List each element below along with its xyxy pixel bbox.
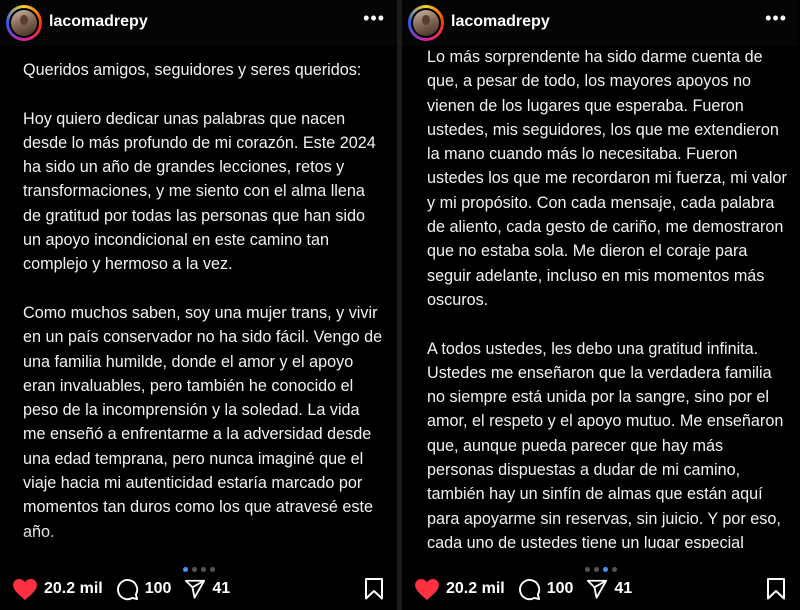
avatar[interactable] — [6, 5, 42, 41]
carousel-dot — [611, 567, 617, 572]
carousel-dot — [602, 567, 608, 572]
carousel-dots — [402, 559, 799, 572]
post-text: Lo más sorprendente ha sido darme cuenta… — [427, 45, 787, 580]
post-panel-2: lacomadrepy ••• Lo más sorprendente ha s… — [402, 0, 799, 610]
comment-count: 100 — [144, 580, 172, 597]
avatar[interactable] — [408, 5, 444, 41]
carousel-dot — [191, 567, 197, 572]
more-options-icon[interactable]: ••• — [363, 8, 385, 28]
post-paragraph: Queridos amigos, seguidores y seres quer… — [23, 61, 362, 79]
comment-count: 100 — [546, 580, 574, 597]
like-count: 20.2 mil — [44, 580, 103, 597]
post-panel-1: lacomadrepy ••• Queridos amigos, seguido… — [0, 0, 397, 610]
panel-divider — [397, 0, 402, 610]
carousel-dot — [584, 567, 590, 572]
carousel-dot — [593, 567, 599, 572]
avatar-image — [413, 10, 439, 36]
bookmark-icon[interactable] — [364, 578, 384, 605]
action-bar: 20.2 mil 100 41 — [12, 576, 243, 602]
post-footer: 20.2 mil 100 41 — [0, 548, 397, 610]
carousel-dots — [0, 559, 397, 572]
comment-bubble-icon — [116, 578, 139, 601]
avatar-ring — [9, 8, 39, 38]
more-options-icon[interactable]: ••• — [765, 8, 787, 28]
avatar-ring — [411, 8, 441, 38]
like-count: 20.2 mil — [446, 580, 505, 597]
username[interactable]: lacomadrepy — [49, 13, 148, 31]
post-footer: 20.2 mil 100 41 — [402, 548, 799, 610]
carousel-dot — [200, 567, 206, 572]
carousel-dot — [209, 567, 215, 572]
post-paragraph: A todos ustedes, les debo una gratitud i… — [427, 339, 784, 552]
post-header: lacomadrepy ••• — [0, 0, 397, 46]
post-text: Queridos amigos, seguidores y seres quer… — [23, 58, 383, 568]
action-bar: 20.2 mil 100 41 — [414, 576, 645, 602]
post-paragraph: Como muchos saben, soy una mujer trans, … — [23, 303, 383, 541]
comment-button[interactable]: 100 — [116, 578, 172, 601]
bookmark-icon[interactable] — [766, 578, 786, 605]
like-button[interactable]: 20.2 mil — [414, 577, 505, 601]
share-button[interactable]: 41 — [184, 578, 230, 600]
username[interactable]: lacomadrepy — [451, 13, 550, 31]
share-count: 41 — [212, 580, 231, 597]
comment-button[interactable]: 100 — [518, 578, 574, 601]
post-paragraph: Lo más sorprendente ha sido darme cuenta… — [427, 48, 787, 309]
post-header: lacomadrepy ••• — [402, 0, 799, 46]
send-icon — [184, 578, 206, 600]
heart-icon — [12, 577, 38, 601]
share-button[interactable]: 41 — [586, 578, 632, 600]
like-button[interactable]: 20.2 mil — [12, 577, 103, 601]
heart-icon — [414, 577, 440, 601]
comment-bubble-icon — [518, 578, 541, 601]
carousel-dot — [182, 567, 188, 572]
avatar-image — [11, 10, 37, 36]
post-paragraph: Hoy quiero dedicar unas palabras que nac… — [23, 109, 376, 274]
share-count: 41 — [614, 580, 633, 597]
send-icon — [586, 578, 608, 600]
